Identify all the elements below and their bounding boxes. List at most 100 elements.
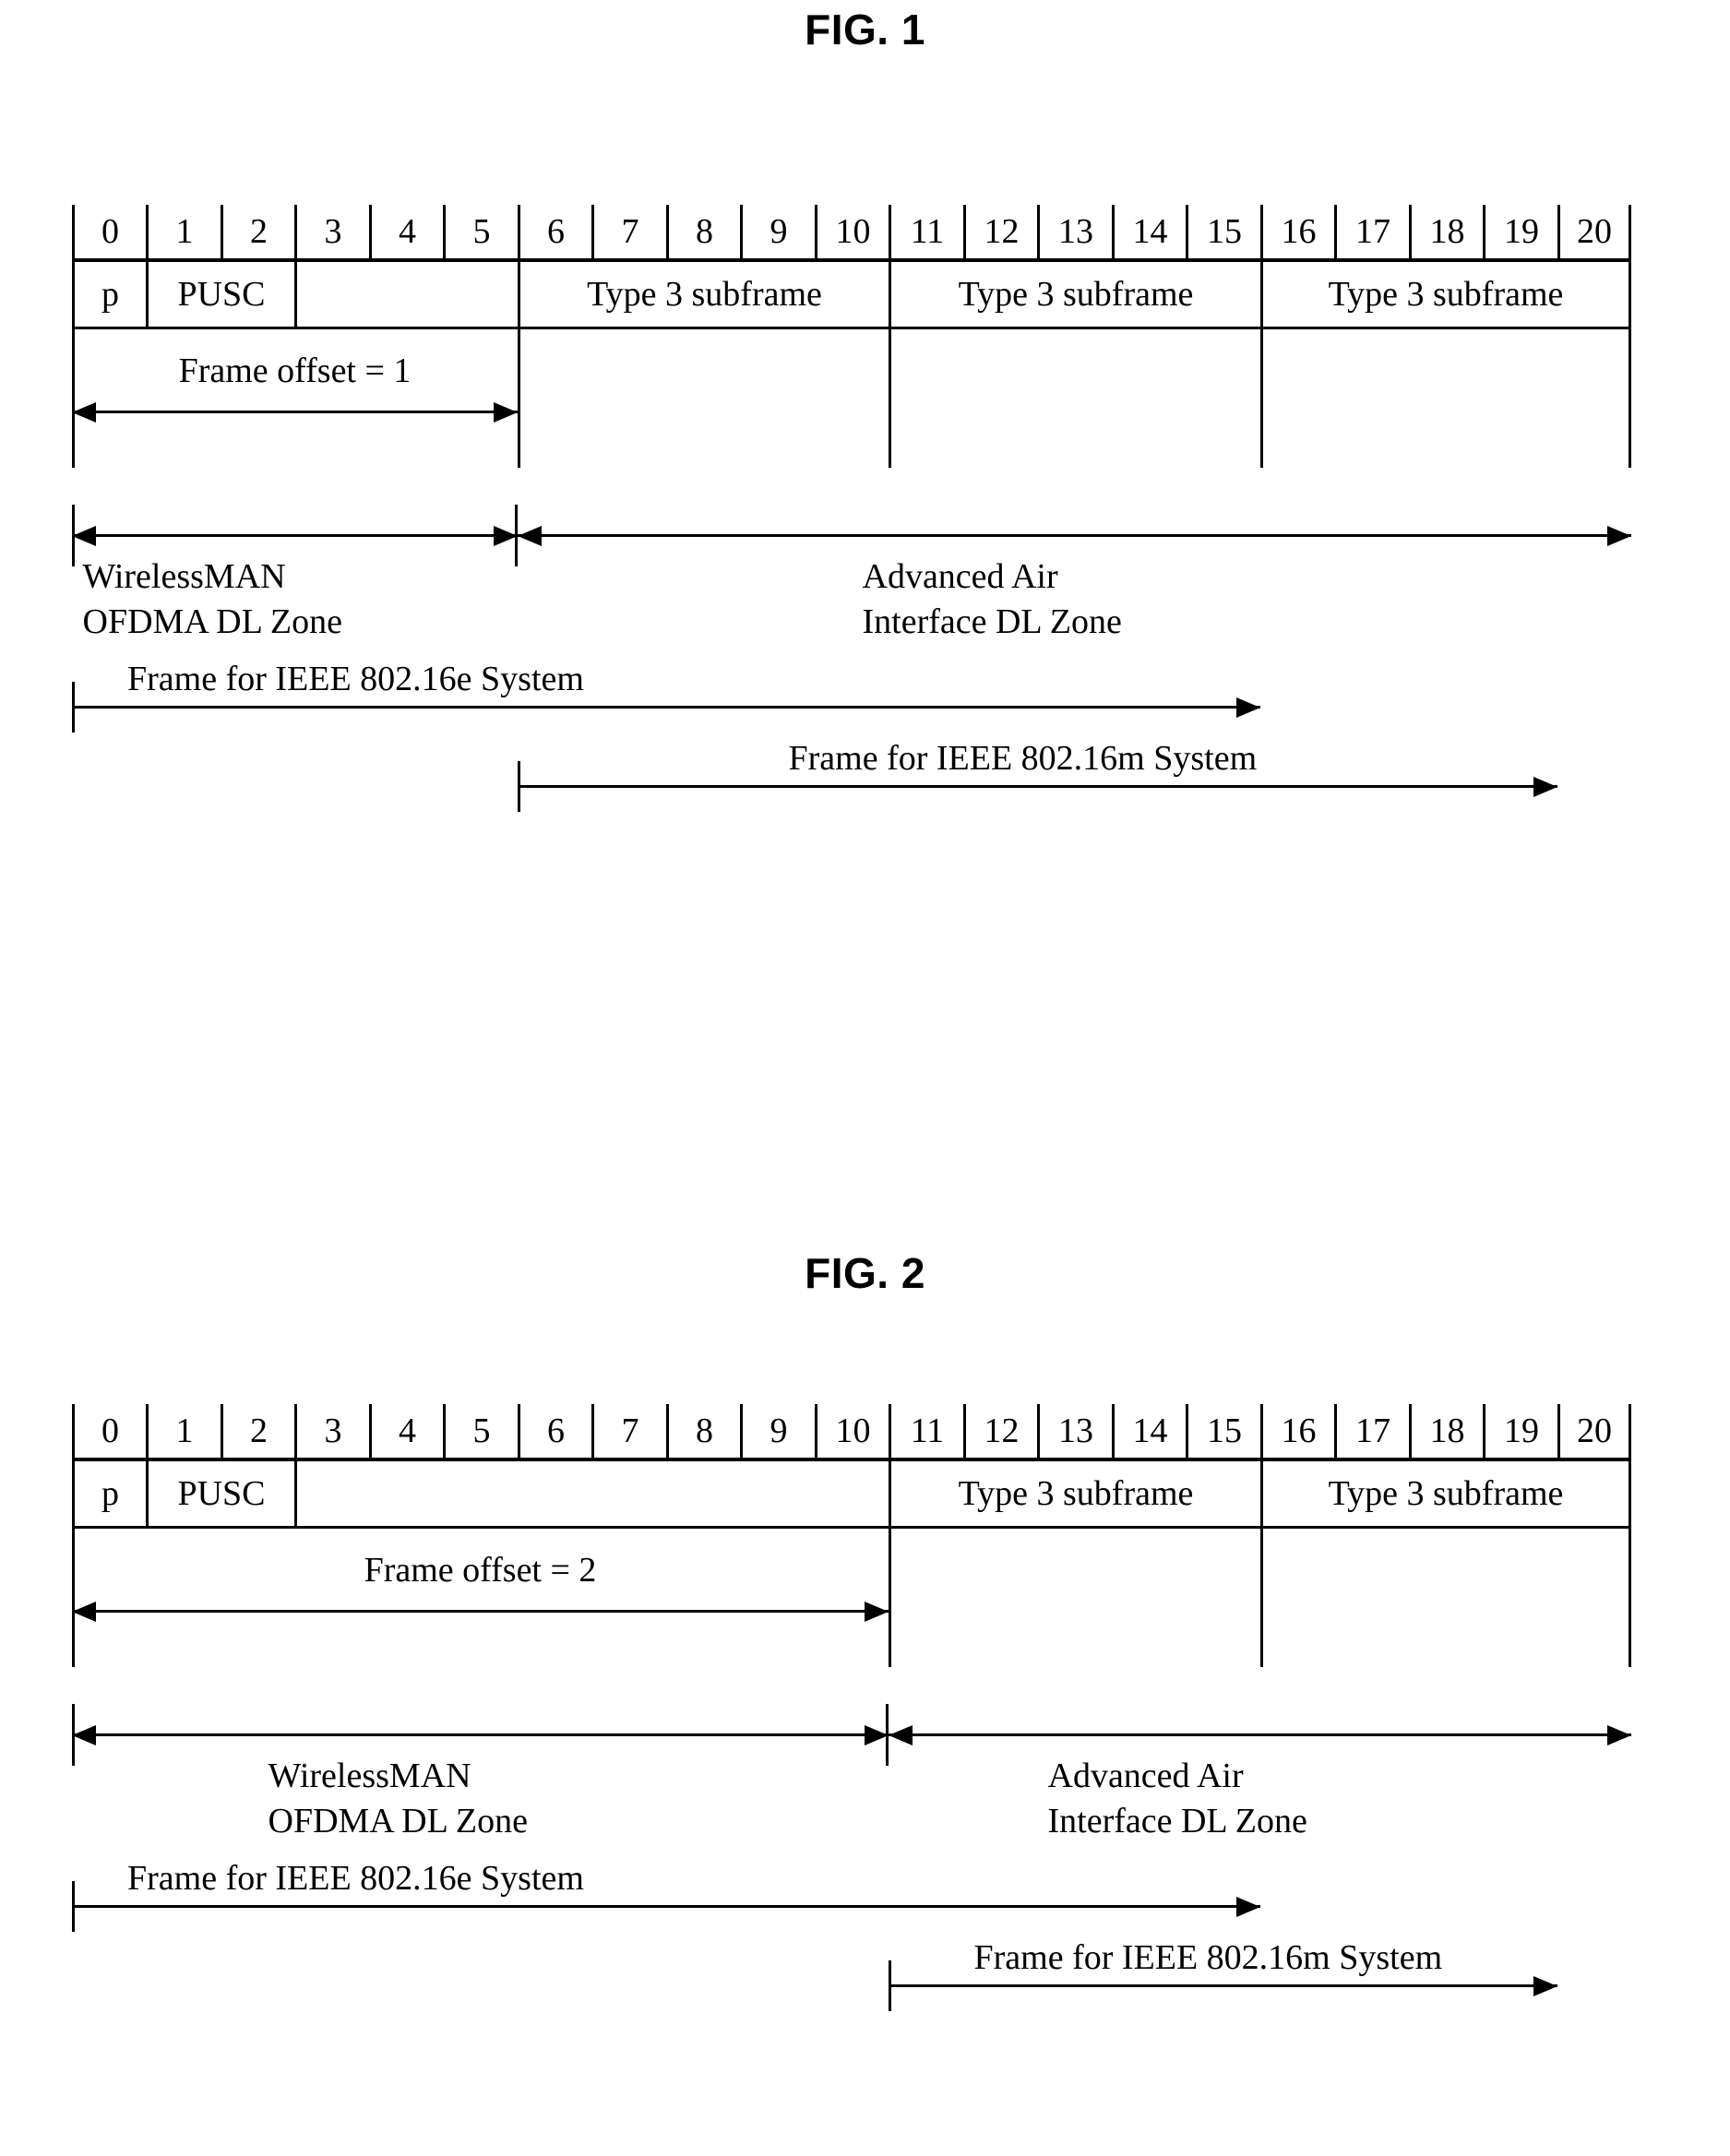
index-cell: 9 xyxy=(740,205,815,258)
index-cell: 17 xyxy=(1334,205,1409,258)
subframe-row: p PUSC Type 3 subframe Type 3 subframe Type … xyxy=(72,258,1631,329)
index-cell: 8 xyxy=(666,205,740,258)
index-cell: 9 xyxy=(740,1404,815,1458)
index-cell: 4 xyxy=(369,1404,443,1458)
zone-wirelessman-arrow-tick-left xyxy=(72,505,75,566)
index-cell: 18 xyxy=(1409,205,1483,258)
frame-16e-arrow-head-right xyxy=(1236,1897,1260,1917)
index-cell: 5 xyxy=(443,1404,518,1458)
index-cell: 7 xyxy=(591,205,666,258)
body-divider xyxy=(518,329,520,468)
zone-wirelessman-arrow-shaft xyxy=(72,534,518,537)
zone-wirelessman-label: WirelessMAN OFDMA DL Zone xyxy=(268,1754,693,1845)
zone-wirelessman-label-line2: OFDMA DL Zone xyxy=(82,602,342,642)
subframe-row: p PUSC Type 3 subframe Type 3 subframe xyxy=(72,1458,1631,1529)
body-divider xyxy=(1260,329,1263,468)
index-row: 0 1 2 3 4 5 6 7 8 9 10 11 12 13 14 15 16 17 18 19 20 xyxy=(72,1404,1631,1458)
figure-1-title: FIG. 1 xyxy=(805,6,925,54)
zone-wirelessman-arrow-shaft xyxy=(72,1733,889,1736)
index-cell: 11 xyxy=(889,205,963,258)
frame-offset-arrow-shaft xyxy=(72,411,518,413)
frame-16e-label: Frame for IEEE 802.16e System xyxy=(127,660,584,698)
index-cell: 5 xyxy=(443,205,518,258)
index-cell: 15 xyxy=(1186,1404,1260,1458)
frame-offset-arrow-head-left xyxy=(72,402,96,423)
index-cell: 2 xyxy=(221,205,294,258)
zone-advanced-air-arrow-shaft xyxy=(889,1733,1631,1736)
index-cell: 14 xyxy=(1112,205,1186,258)
subframe-cell: Type 3 subframe xyxy=(518,262,889,327)
frame-16e-arrow-tick-left xyxy=(72,1881,75,1932)
index-cell: 0 xyxy=(72,205,146,258)
frame-offset-label: Frame offset = 1 xyxy=(178,351,412,390)
frame-16e-label: Frame for IEEE 802.16e System xyxy=(127,1859,584,1898)
index-cell: 19 xyxy=(1483,205,1557,258)
index-cell: 4 xyxy=(369,205,443,258)
subframe-cell xyxy=(294,262,518,327)
index-row: 0 1 2 3 4 5 6 7 8 9 10 11 12 13 14 15 16 17 18 19 20 xyxy=(72,205,1631,258)
subframe-cell: PUSC xyxy=(146,1461,294,1526)
frame-16m-arrow-head-right xyxy=(1533,777,1557,797)
zone-advanced-air-label: Advanced Air Interface DL Zone xyxy=(863,554,1287,646)
zone-wirelessman-label-line1: WirelessMAN xyxy=(82,557,286,596)
body-divider xyxy=(889,1529,891,1667)
subframe-cell: Type 3 subframe xyxy=(1260,1461,1631,1526)
zone-advanced-air-arrow-head-right xyxy=(1607,526,1631,546)
zone-wirelessman-label-line1: WirelessMAN xyxy=(268,1757,471,1795)
index-cell: 2 xyxy=(221,1404,294,1458)
index-cell: 7 xyxy=(591,1404,666,1458)
subframe-cell: Type 3 subframe xyxy=(889,262,1260,327)
zone-advanced-air-label: Advanced Air Interface DL Zone xyxy=(1048,1754,1473,1845)
subframe-cell: p xyxy=(72,262,146,327)
frame-16e-arrow-head-right xyxy=(1236,697,1260,718)
frame-offset-arrow-shaft xyxy=(72,1610,889,1613)
index-cell: 18 xyxy=(1409,1404,1483,1458)
zone-wirelessman-arrow-head-left xyxy=(72,526,96,546)
frame-offset-arrow-head-right xyxy=(865,1602,889,1622)
subframe-cell: p xyxy=(72,1461,146,1526)
zone-advanced-air-arrow-shaft xyxy=(518,534,1631,537)
index-cell: 20 xyxy=(1557,1404,1631,1458)
frame-16e-arrow-shaft xyxy=(72,1905,1260,1908)
frame-16m-label: Frame for IEEE 802.16m System xyxy=(973,1938,1443,1977)
frame-16m-arrow-tick-left xyxy=(518,761,520,812)
zone-advanced-air-label-line2: Interface DL Zone xyxy=(1047,1802,1307,1841)
index-cell: 10 xyxy=(815,205,889,258)
zone-advanced-air-arrow-head-right xyxy=(1607,1725,1631,1745)
body-divider xyxy=(889,329,891,468)
zone-advanced-air-arrow-head-left xyxy=(518,526,542,546)
index-cell: 11 xyxy=(889,1404,963,1458)
subframe-cell: PUSC xyxy=(146,262,294,327)
frame-16m-label: Frame for IEEE 802.16m System xyxy=(788,739,1258,778)
index-cell: 1 xyxy=(146,1404,221,1458)
index-cell: 0 xyxy=(72,1404,146,1458)
index-cell: 16 xyxy=(1260,205,1334,258)
frame-16m-arrow-shaft xyxy=(889,1984,1557,1987)
index-cell: 1 xyxy=(146,205,221,258)
body-divider xyxy=(1260,1529,1263,1667)
frame-16e-arrow-shaft xyxy=(72,706,1260,709)
zone-advanced-air-label-line2: Interface DL Zone xyxy=(862,602,1122,642)
index-cell: 3 xyxy=(294,205,369,258)
body-divider xyxy=(1629,1529,1631,1667)
zone-wirelessman-label-line2: OFDMA DL Zone xyxy=(268,1802,528,1841)
frame-offset-arrow-head-right xyxy=(494,402,518,423)
index-cell: 13 xyxy=(1037,1404,1112,1458)
index-cell: 20 xyxy=(1557,205,1631,258)
frame-16m-arrow-tick-left xyxy=(889,1960,891,2011)
frame-offset-arrow-head-left xyxy=(72,1602,96,1622)
zone-wirelessman-label: WirelessMAN OFDMA DL Zone xyxy=(83,554,507,646)
index-cell: 6 xyxy=(518,1404,591,1458)
zone-advanced-air-arrow-head-left xyxy=(889,1725,913,1745)
zone-wirelessman-arrow-tick-left xyxy=(72,1704,75,1766)
index-cell: 12 xyxy=(963,1404,1037,1458)
body-divider xyxy=(1629,329,1631,468)
frame-16m-arrow-head-right xyxy=(1533,1976,1557,1996)
index-cell: 15 xyxy=(1186,205,1260,258)
index-cell: 6 xyxy=(518,205,591,258)
index-cell: 3 xyxy=(294,1404,369,1458)
zone-wirelessman-arrow-head-left xyxy=(72,1725,96,1745)
frame-offset-label: Frame offset = 2 xyxy=(364,1551,597,1590)
subframe-cell xyxy=(294,1461,889,1526)
zone-advanced-air-label-line1: Advanced Air xyxy=(1047,1757,1244,1795)
